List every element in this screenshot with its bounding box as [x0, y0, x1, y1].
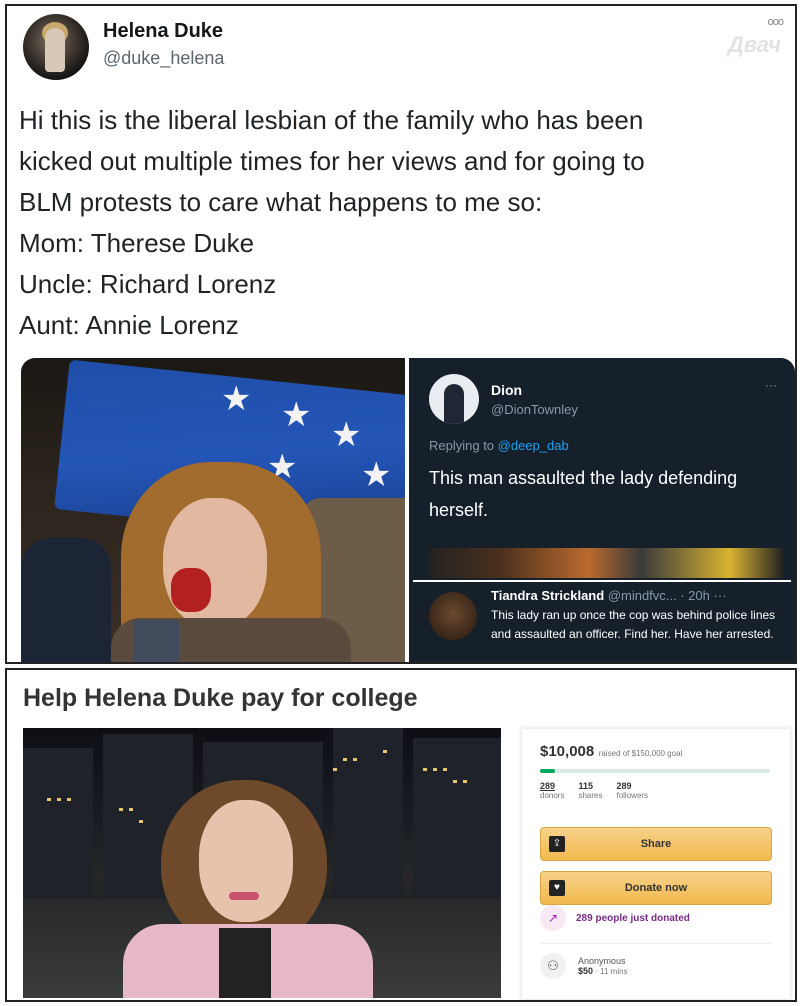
donate-button[interactable]: ♥ Donate now	[540, 871, 772, 905]
avatar	[429, 374, 479, 424]
donor-icon: ⚇	[540, 953, 566, 979]
tweet-text: Hi this is the liberal lesbian of the fa…	[19, 100, 789, 346]
fundraiser-photo[interactable]	[23, 728, 501, 998]
trending-up-icon: ↗	[540, 905, 566, 931]
replying-to: Replying to @deep_dab	[429, 438, 569, 453]
tweet-line: Hi this is the liberal lesbian of the fa…	[19, 105, 644, 135]
stat-donors[interactable]: 289 donors	[540, 781, 564, 800]
author-handle[interactable]: @duke_helena	[103, 48, 224, 69]
watermark: Двач	[727, 32, 781, 57]
stat-followers: 289 followers	[616, 781, 649, 800]
tweet-line: Aunt: Annie Lorenz	[19, 310, 239, 340]
progress-bar-fill	[540, 769, 556, 773]
progress-bar	[540, 769, 770, 773]
embedded-tweet-dion: Dion @DionTownley ··· Replying to @deep_…	[413, 362, 791, 578]
tweet-line: Uncle: Richard Lorenz	[19, 269, 277, 299]
avatar[interactable]	[23, 14, 89, 80]
embedded-tweet-tiandra: Tiandra Strickland @mindfvc... · 20h ···…	[413, 580, 791, 662]
fundraiser-title[interactable]: Help Helena Duke pay for college	[23, 684, 418, 713]
tweet-line: BLM protests to care what happens to me …	[19, 187, 543, 217]
share-button[interactable]: ⇪ Share	[540, 827, 772, 861]
more-icon[interactable]: ooo	[768, 16, 784, 28]
tweet-card: Helena Duke @duke_helena ooo Двач Hi thi…	[5, 4, 797, 664]
protest-photo[interactable]: ★ ★ ★ ★ ★	[21, 358, 405, 662]
embedded-tweet-text: This lady ran up once the cop was behind…	[491, 608, 776, 641]
embedded-video-thumbnail	[429, 548, 783, 578]
embedded-author-name: Dion	[491, 382, 523, 398]
fundraiser-card: Help Helena Duke pay for college $10,008…	[5, 668, 797, 1002]
author-name[interactable]: Helena Duke	[103, 20, 223, 43]
tweet-line: Mom: Therese Duke	[19, 228, 255, 258]
stat-shares: 115 shares	[578, 781, 603, 800]
amount-raised: $10,008 raised of $150,000 goal	[540, 743, 683, 760]
stats-row: 289 donors 115 shares 289 followers	[540, 781, 648, 800]
tweet-line: kicked out multiple times for her views …	[19, 146, 645, 176]
more-icon: ···	[765, 378, 777, 392]
embedded-tweet-text: This man assaulted the lady defending he…	[429, 468, 738, 520]
embedded-author-name: Tiandra Strickland @mindfvc... · 20h ···	[491, 588, 727, 603]
avatar	[429, 592, 477, 640]
donation-panel: $10,008 raised of $150,000 goal 289 dono…	[521, 728, 791, 1000]
donation-item: ⚇ Anonymous $50 · 11 mins	[540, 953, 628, 979]
embedded-author-handle: @DionTownley	[491, 402, 578, 417]
embedded-tweets[interactable]: Dion @DionTownley ··· Replying to @deep_…	[409, 358, 795, 662]
recent-donations: ↗ 289 people just donated	[540, 905, 690, 931]
